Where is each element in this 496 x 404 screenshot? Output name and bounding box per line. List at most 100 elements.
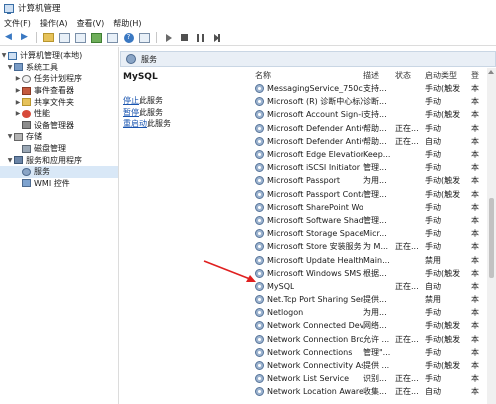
service-row[interactable]: Microsoft Update Health S...Main... 禁用 本 [251,253,487,266]
tree-item-performance[interactable]: ▶ 性能 [0,108,118,120]
service-logon: 本 [471,268,479,278]
tree-item-task-scheduler[interactable]: ▶ 任务计划程序 [0,73,118,85]
help-button[interactable]: ? [122,32,135,44]
service-description: 帮助... [363,123,387,133]
restart-service-link[interactable]: 重启动 [123,119,147,128]
service-row[interactable]: Microsoft Defender Antivir...帮助... 正在... 自… [251,135,487,148]
scroll-thumb[interactable] [489,198,494,278]
service-row[interactable]: Microsoft Storage Spaces S...Micr... 手动 本 [251,227,487,240]
title-bar: 计算机管理 [0,0,496,16]
toolbar-separator [156,32,157,43]
tree-item-disk-management[interactable]: 磁盘管理 [0,143,118,155]
service-startup-type: 手动 [425,347,441,357]
view-button[interactable] [138,32,151,44]
service-row[interactable]: Network Connections 管理"... 手动 本 [251,346,487,359]
refresh-button[interactable] [90,32,103,44]
restart-service-button[interactable] [210,32,223,44]
vertical-scrollbar[interactable] [487,68,496,404]
service-name: Microsoft Windows SMS 路... [267,268,363,278]
pause-service-button[interactable] [194,32,207,44]
service-description: Main... [363,255,390,265]
service-logon: 本 [471,176,479,186]
tree-root[interactable]: ▼ 计算机管理(本地) [0,50,118,62]
pause-service-link[interactable]: 暂停 [123,108,139,117]
back-button[interactable]: ◀ [2,32,15,44]
menu-action[interactable]: 操作(A) [40,18,68,29]
service-row[interactable]: Microsoft SharePoint Work... 手动 本 [251,201,487,214]
service-name: Microsoft Update Health S... [267,255,363,265]
service-row[interactable]: Microsoft Defender Antivir...帮助... 正在... 手… [251,122,487,135]
service-row[interactable]: Network Connectivity Assis...提供 ... 手动(触发… [251,359,487,372]
service-description: 提供 ... [363,361,390,371]
service-row[interactable]: Microsoft (R) 诊断中心标准...诊断... 手动 本 [251,95,487,108]
service-row[interactable]: Microsoft Passport 为用... 手动(触发本 [251,174,487,187]
service-row[interactable]: Microsoft iSCSI Initiator Ser...管理... 手动 本 [251,161,487,174]
service-row[interactable]: MessagingService_750c7 支持... 手动(触发本 [251,82,487,95]
menu-view[interactable]: 查看(V) [77,18,105,29]
export-icon [107,32,118,43]
service-row[interactable]: Net.Tcp Port Sharing Service提供... 禁用 本 [251,293,487,306]
service-name-cell: MySQL [251,281,363,291]
service-name-cell: Network Connected Devic... [251,321,363,331]
tree-item-label: 设备管理器 [34,120,74,130]
scroll-up-icon[interactable] [488,70,494,74]
service-row[interactable]: Microsoft Account Sign-in ...支持... 手动(触发本 [251,108,487,121]
service-row[interactable]: Microsoft Passport Container管理... 手动(触发本 [251,188,487,201]
service-row[interactable]: Network Connected Devic...网络... 手动(触发本 [251,319,487,332]
chevron-right-icon[interactable]: ▶ [14,110,22,117]
tree-item-services[interactable]: 服务 [0,165,118,178]
service-row[interactable]: Network List Service 识别... 正在... 手动 本 [251,372,487,385]
service-row[interactable]: Microsoft Store 安装服务为 M... 正在... 手动 本 [251,240,487,253]
computer-icon [8,51,17,60]
column-header-startup-type[interactable]: 启动类型 [425,70,471,81]
service-row[interactable]: Network Location Awarene...收集... 正在... 自动 本 [251,385,487,398]
service-name-cell: Microsoft (R) 诊断中心标准... [251,96,363,107]
service-row[interactable]: Network Connection Broker允许 ... 正在... 手动(触… [251,333,487,346]
column-header-logon[interactable]: 登 [471,70,485,81]
service-row[interactable]: Microsoft Software Shado...管理... 手动 本 [251,214,487,227]
chevron-down-icon[interactable]: ▼ [0,52,8,59]
start-service-button[interactable] [162,32,175,44]
tree-item-event-viewer[interactable]: ▶ 事件查看器 [0,85,118,97]
column-header-name[interactable]: 名称 [251,70,363,81]
chevron-right-icon[interactable]: ▶ [14,87,22,94]
service-name: Microsoft Edge Elevation S... [267,150,363,160]
tree-item-system-tools[interactable]: ▼ 系统工具 [0,62,118,74]
show-hide-tree-button[interactable] [58,32,71,44]
export-list-button[interactable] [106,32,119,44]
chevron-right-icon[interactable]: ▶ [14,99,22,106]
chevron-right-icon[interactable]: ▶ [14,75,22,82]
tree-item-shared-folders[interactable]: ▶ 共享文件夹 [0,96,118,108]
service-name-cell: Microsoft Defender Antivir... [251,123,363,133]
column-header-description[interactable]: 描述 [363,70,395,81]
chevron-down-icon[interactable]: ▼ [6,64,14,71]
gear-icon [255,97,264,107]
back-arrow-icon: ◀ [5,32,12,42]
column-header-status[interactable]: 状态 [395,70,425,81]
up-level-button[interactable] [42,32,55,44]
tree-item-label: 存储 [26,132,42,142]
service-row[interactable]: MySQL 正在... 自动 本 [251,280,487,293]
forward-button[interactable]: ▶ [18,32,31,44]
service-row[interactable]: Netlogon 为用... 手动 本 [251,306,487,319]
menu-help[interactable]: 帮助(H) [113,18,141,29]
chevron-down-icon[interactable]: ▼ [6,157,14,164]
action-stop: 停止此服务 [123,95,247,107]
service-logon: 本 [471,347,479,357]
stop-service-button[interactable] [178,32,191,44]
properties-button[interactable] [74,32,87,44]
chevron-down-icon[interactable]: ▼ [6,133,14,140]
menu-file[interactable]: 文件(F) [4,18,31,29]
service-name: Microsoft Defender Antivir... [267,123,363,133]
service-name: Network Connection Broker [267,334,363,344]
service-row[interactable]: Microsoft Edge Elevation S...Keep... 手动 本 [251,148,487,161]
service-description: 管理... [363,189,387,199]
tree-item-storage[interactable]: ▼ 存储 [0,131,118,143]
tree-item-device-manager[interactable]: 设备管理器 [0,120,118,132]
tree-item-wmi-control[interactable]: ▶ WMI 控件 [0,178,118,190]
stop-service-link[interactable]: 停止 [123,96,139,105]
tree-item-services-and-apps[interactable]: ▼ 服务和应用程序 [0,154,118,166]
service-name-cell: Network Connectivity Assis... [251,361,363,371]
service-row[interactable]: Microsoft Windows SMS 路...根据... 手动(触发本 [251,267,487,280]
gear-icon [255,374,264,384]
